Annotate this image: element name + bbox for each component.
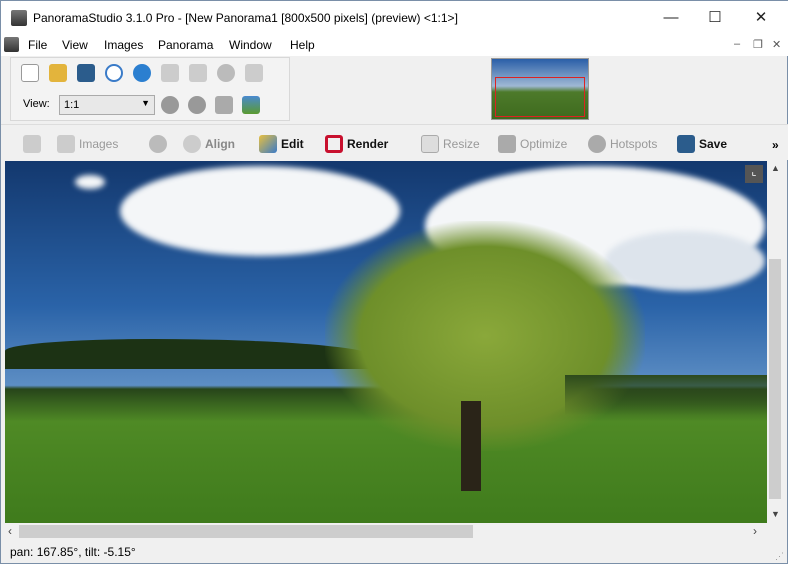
zoom-1to1-icon[interactable] — [215, 96, 233, 114]
edit-button[interactable]: Edit — [259, 135, 304, 153]
hotspots-icon — [588, 135, 606, 153]
vertical-scroll-thumb[interactable] — [769, 259, 781, 499]
view-label: View: — [23, 98, 50, 110]
tree-trunk — [461, 401, 481, 491]
toolbar-overflow-button[interactable]: » — [772, 138, 779, 152]
workflow-toolbar — [1, 124, 788, 160]
vertical-scrollbar[interactable]: ▲ ▼ — [767, 161, 783, 523]
preview-selection-rect[interactable] — [495, 77, 585, 117]
edit-icon — [259, 135, 277, 153]
tree-crown — [325, 221, 645, 451]
resize-grip-icon[interactable]: ⋰ — [775, 551, 784, 562]
menu-file[interactable]: File — [28, 38, 47, 52]
save-label: Save — [699, 137, 728, 151]
save-icon — [677, 135, 695, 153]
app-icon — [11, 10, 27, 26]
save-button[interactable]: Save — [677, 135, 727, 153]
optimize-icon — [498, 135, 516, 153]
menu-bar: File View Images Panorama Window Help – … — [1, 34, 788, 56]
fit-view-icon[interactable] — [242, 96, 260, 114]
help-icon[interactable] — [133, 64, 151, 82]
stitch-button[interactable] — [149, 135, 167, 153]
view-zoom-value: 1:1 — [64, 99, 80, 111]
menu-images[interactable]: Images — [104, 38, 143, 52]
chevron-down-icon: ▼ — [141, 98, 150, 108]
hotspots-label: Hotspots — [610, 137, 658, 151]
menu-view[interactable]: View — [62, 38, 88, 52]
horizontal-scrollbar[interactable]: ‹ › — [5, 523, 767, 540]
main-toolbar: View: 1:1 ▼ — [10, 57, 290, 121]
optimize-label: Optimize — [520, 137, 568, 151]
window-title: PanoramaStudio 3.1.0 Pro - [New Panorama… — [33, 11, 458, 25]
capture-button[interactable] — [23, 135, 41, 153]
close-button[interactable]: ✕ — [739, 5, 783, 31]
resize-label: Resize — [443, 137, 480, 151]
render-icon — [325, 135, 343, 153]
status-text: pan: 167.85°, tilt: -5.15° — [10, 545, 136, 559]
sphere-icon — [149, 135, 167, 153]
render-button[interactable]: Render — [325, 135, 388, 153]
scroll-left-icon[interactable]: ‹ — [8, 524, 12, 538]
sphere-icon[interactable] — [217, 64, 235, 82]
view-zoom-select[interactable]: 1:1 ▼ — [59, 95, 155, 115]
menu-panorama[interactable]: Panorama — [158, 38, 213, 52]
import-icon[interactable] — [161, 64, 179, 82]
forest — [5, 339, 375, 369]
align-button[interactable]: Align — [183, 135, 235, 153]
hotspots-button[interactable]: Hotspots — [588, 135, 657, 153]
zoom-in-icon[interactable] — [161, 96, 179, 114]
scroll-up-icon[interactable]: ▲ — [771, 163, 780, 173]
scroll-down-icon[interactable]: ▼ — [771, 509, 780, 519]
optimize-button[interactable]: Optimize — [498, 135, 567, 153]
capture-icon — [23, 135, 41, 153]
menu-window[interactable]: Window — [229, 38, 272, 52]
new-icon[interactable] — [21, 64, 39, 82]
images-button[interactable]: Images — [57, 135, 118, 153]
rotate-left-icon[interactable] — [189, 64, 207, 82]
horizontal-scroll-thumb[interactable] — [19, 525, 473, 538]
mdi-minimize-icon[interactable]: – — [734, 38, 740, 50]
menu-help[interactable]: Help — [290, 38, 315, 52]
resize-button[interactable]: Resize — [421, 135, 480, 153]
open-icon[interactable] — [49, 64, 67, 82]
minimize-button[interactable]: — — [649, 5, 693, 31]
panorama-viewport[interactable]: ⌞ — [5, 161, 767, 523]
zoom-out-icon[interactable] — [188, 96, 206, 114]
mdi-close-icon[interactable]: ✕ — [772, 38, 781, 51]
images-label: Images — [79, 137, 119, 151]
rotate-right-icon[interactable] — [245, 64, 263, 82]
title-bar: PanoramaStudio 3.1.0 Pro - [New Panorama… — [1, 1, 788, 34]
document-icon[interactable] — [4, 37, 19, 52]
images-icon — [57, 135, 75, 153]
maximize-button[interactable]: ☐ — [693, 5, 737, 31]
align-label: Align — [205, 137, 235, 151]
info-icon[interactable] — [105, 64, 123, 82]
save-icon[interactable] — [77, 64, 95, 82]
align-icon — [183, 135, 201, 153]
mdi-restore-icon[interactable]: ❐ — [753, 38, 763, 51]
edit-label: Edit — [281, 137, 304, 151]
resize-icon — [421, 135, 439, 153]
scroll-right-icon[interactable]: › — [753, 524, 757, 538]
render-label: Render — [347, 137, 389, 151]
corner-toggle-icon[interactable]: ⌞ — [745, 165, 763, 183]
